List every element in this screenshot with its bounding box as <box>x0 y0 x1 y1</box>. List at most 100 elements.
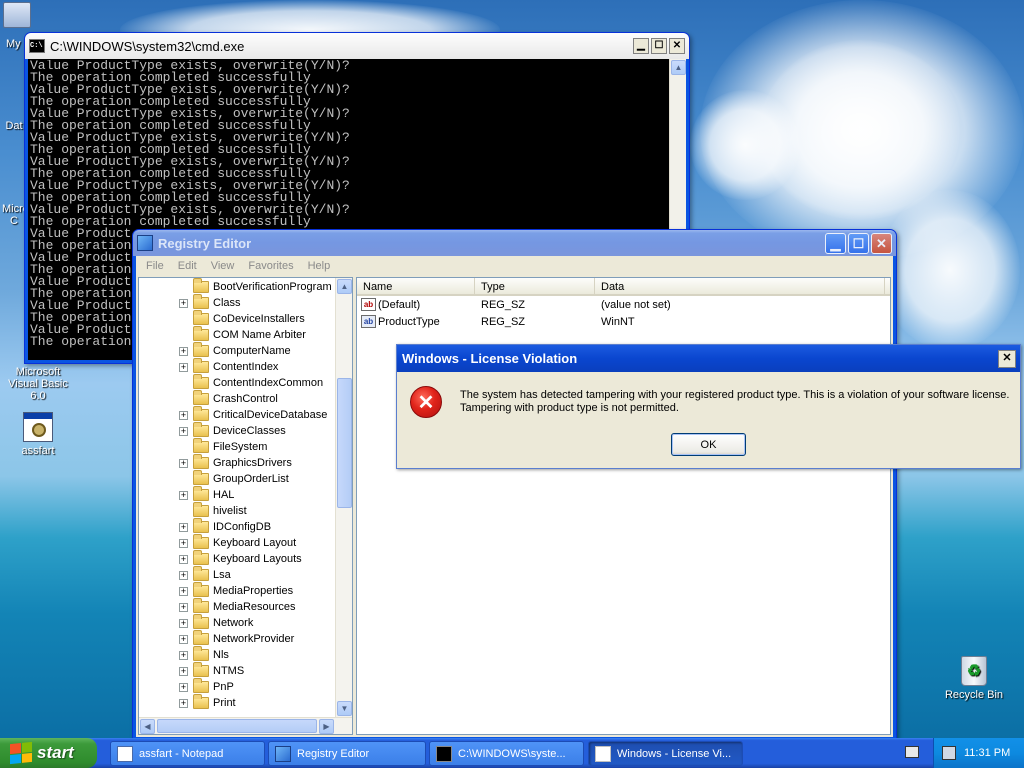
ok-button[interactable]: OK <box>671 433 746 456</box>
minimize-button[interactable]: ▁ <box>825 232 846 254</box>
close-button[interactable]: ✕ <box>871 232 892 254</box>
expand-icon[interactable]: + <box>179 666 188 676</box>
tree-horizontal-scrollbar[interactable]: ◀ ▶ <box>139 717 352 734</box>
regedit-titlebar[interactable]: Registry Editor ▁ ☐ ✕ <box>133 230 896 256</box>
expand-icon[interactable]: + <box>179 426 188 436</box>
key-tree-pane[interactable]: BootVerificationProgram + Class CoDeviceIns… <box>138 277 353 735</box>
desktop-icon-partial[interactable]: Dat <box>2 120 26 132</box>
desktop-icon-assfart[interactable]: assfart <box>0 412 76 457</box>
tree-item[interactable]: + MediaProperties <box>179 582 293 599</box>
tree-item[interactable]: + GraphicsDrivers <box>179 454 292 471</box>
tree-item[interactable]: + MediaResources <box>179 598 296 615</box>
taskbar-button-notepad[interactable]: assfart - Notepad <box>110 741 265 766</box>
close-button[interactable]: ✕ <box>998 349 1016 368</box>
taskbar-button-registry-editor[interactable]: Registry Editor <box>268 741 426 766</box>
expand-icon[interactable]: + <box>179 650 188 660</box>
dialog-titlebar[interactable]: Windows - License Violation ✕ <box>397 345 1020 372</box>
expand-icon[interactable]: + <box>179 618 188 628</box>
scroll-down-arrow-icon[interactable]: ▼ <box>337 701 352 716</box>
scroll-right-arrow-icon[interactable]: ▶ <box>319 719 334 734</box>
expand-icon[interactable]: + <box>179 298 188 308</box>
tree-item[interactable]: + ComputerName <box>179 342 291 359</box>
tree-item[interactable]: + NetworkProvider <box>179 630 294 647</box>
start-button[interactable]: start <box>0 738 97 768</box>
maximize-button[interactable]: ☐ <box>651 38 667 54</box>
expand-icon[interactable]: + <box>179 570 188 580</box>
desktop-icon-label: Recycle Bin <box>944 689 1004 701</box>
column-header-type[interactable]: Type <box>475 278 595 294</box>
tree-vertical-scrollbar[interactable]: ▲ ▼ <box>335 278 352 717</box>
tree-item[interactable]: + IDConfigDB <box>179 518 271 535</box>
expand-icon[interactable]: + <box>179 602 188 612</box>
tree-item[interactable]: + Keyboard Layouts <box>179 550 302 567</box>
tree-item[interactable]: FileSystem <box>179 438 267 455</box>
folder-icon <box>193 582 209 597</box>
tree-item[interactable]: COM Name Arbiter <box>179 326 306 343</box>
registry-editor-window[interactable]: Registry Editor ▁ ☐ ✕ File Edit View Fav… <box>132 229 897 741</box>
expand-icon[interactable]: + <box>179 586 188 596</box>
expand-icon[interactable]: + <box>179 554 188 564</box>
expand-icon[interactable]: + <box>179 458 188 468</box>
maximize-button[interactable]: ☐ <box>848 232 869 254</box>
scroll-left-arrow-icon[interactable]: ◀ <box>140 719 155 734</box>
tree-item[interactable]: + Lsa <box>179 566 231 583</box>
computer-icon <box>3 2 31 28</box>
scroll-thumb[interactable] <box>337 378 352 508</box>
value-row[interactable]: ab (Default) REG_SZ (value not set) <box>357 296 890 313</box>
tree-item[interactable]: + Keyboard Layout <box>179 534 297 551</box>
desktop-icon-visual-basic[interactable]: Microsoft Visual Basic 6.0 <box>0 366 76 402</box>
scroll-up-arrow-icon[interactable]: ▲ <box>671 60 686 75</box>
menu-file[interactable]: File <box>139 260 171 272</box>
tree-item[interactable]: ContentIndexCommon <box>179 374 323 391</box>
expand-icon[interactable]: + <box>179 634 188 644</box>
scroll-thumb[interactable] <box>157 719 317 733</box>
column-header-name[interactable]: Name <box>357 278 475 294</box>
tree-item[interactable]: + ContentIndex <box>179 358 278 375</box>
tree-item[interactable]: + HAL <box>179 486 234 503</box>
expand-icon[interactable]: + <box>179 490 188 500</box>
column-header-data[interactable]: Data <box>595 278 885 294</box>
menu-view[interactable]: View <box>204 260 242 272</box>
tree-item-label: Keyboard Layout <box>213 537 297 549</box>
tree-item[interactable]: hivelist <box>179 502 247 519</box>
clock[interactable]: 11:31 PM <box>964 747 1010 759</box>
tree-item[interactable]: + NTMS <box>179 662 244 679</box>
expand-icon[interactable]: + <box>179 522 188 532</box>
cmd-titlebar[interactable]: C:\ C:\WINDOWS\system32\cmd.exe ▁ ☐ ✕ <box>25 33 689 59</box>
tree-item[interactable]: + Nls <box>179 646 229 663</box>
tree-item[interactable]: CrashControl <box>179 390 278 407</box>
expand-icon[interactable]: + <box>179 538 188 548</box>
expand-icon[interactable]: + <box>179 346 188 356</box>
value-data: WinNT <box>601 315 635 328</box>
value-row[interactable]: ab ProductType REG_SZ WinNT <box>357 313 890 330</box>
tree-item[interactable]: + PnP <box>179 678 234 695</box>
tree-item[interactable]: + Print <box>179 694 236 711</box>
license-violation-dialog[interactable]: Windows - License Violation ✕ ✕ The syst… <box>396 344 1021 469</box>
expand-icon[interactable]: + <box>179 682 188 692</box>
expand-icon[interactable]: + <box>179 362 188 372</box>
tree-item[interactable]: + Network <box>179 614 253 631</box>
tree-item[interactable]: + DeviceClasses <box>179 422 286 439</box>
keyboard-icon[interactable] <box>905 746 919 758</box>
minimize-button[interactable]: ▁ <box>633 38 649 54</box>
tree-item[interactable]: + Class <box>179 294 241 311</box>
desktop-icon-recycle-bin[interactable]: ♻ Recycle Bin <box>936 656 1012 701</box>
tree-item[interactable]: BootVerificationProgram <box>179 278 332 295</box>
menu-edit[interactable]: Edit <box>171 260 204 272</box>
menu-help[interactable]: Help <box>301 260 338 272</box>
volume-icon[interactable] <box>942 746 956 760</box>
desktop-icon-my-computer[interactable]: My <box>0 2 42 50</box>
taskbar-button-license-dialog[interactable]: Windows - License Vi... <box>588 741 743 766</box>
tree-item[interactable]: CoDeviceInstallers <box>179 310 305 327</box>
desktop-icon-partial[interactable]: Micro C <box>2 203 29 227</box>
taskbar-button-cmd[interactable]: C:\WINDOWS\syste... <box>429 741 584 766</box>
expand-icon[interactable]: + <box>179 698 188 708</box>
tree-item-label: ComputerName <box>213 345 291 357</box>
tree-item[interactable]: + CriticalDeviceDatabase <box>179 406 327 423</box>
tree-item-label: Class <box>213 297 241 309</box>
menu-favorites[interactable]: Favorites <box>241 260 300 272</box>
expand-icon[interactable]: + <box>179 410 188 420</box>
scroll-up-arrow-icon[interactable]: ▲ <box>337 279 352 294</box>
tree-item[interactable]: GroupOrderList <box>179 470 289 487</box>
close-button[interactable]: ✕ <box>669 38 685 54</box>
